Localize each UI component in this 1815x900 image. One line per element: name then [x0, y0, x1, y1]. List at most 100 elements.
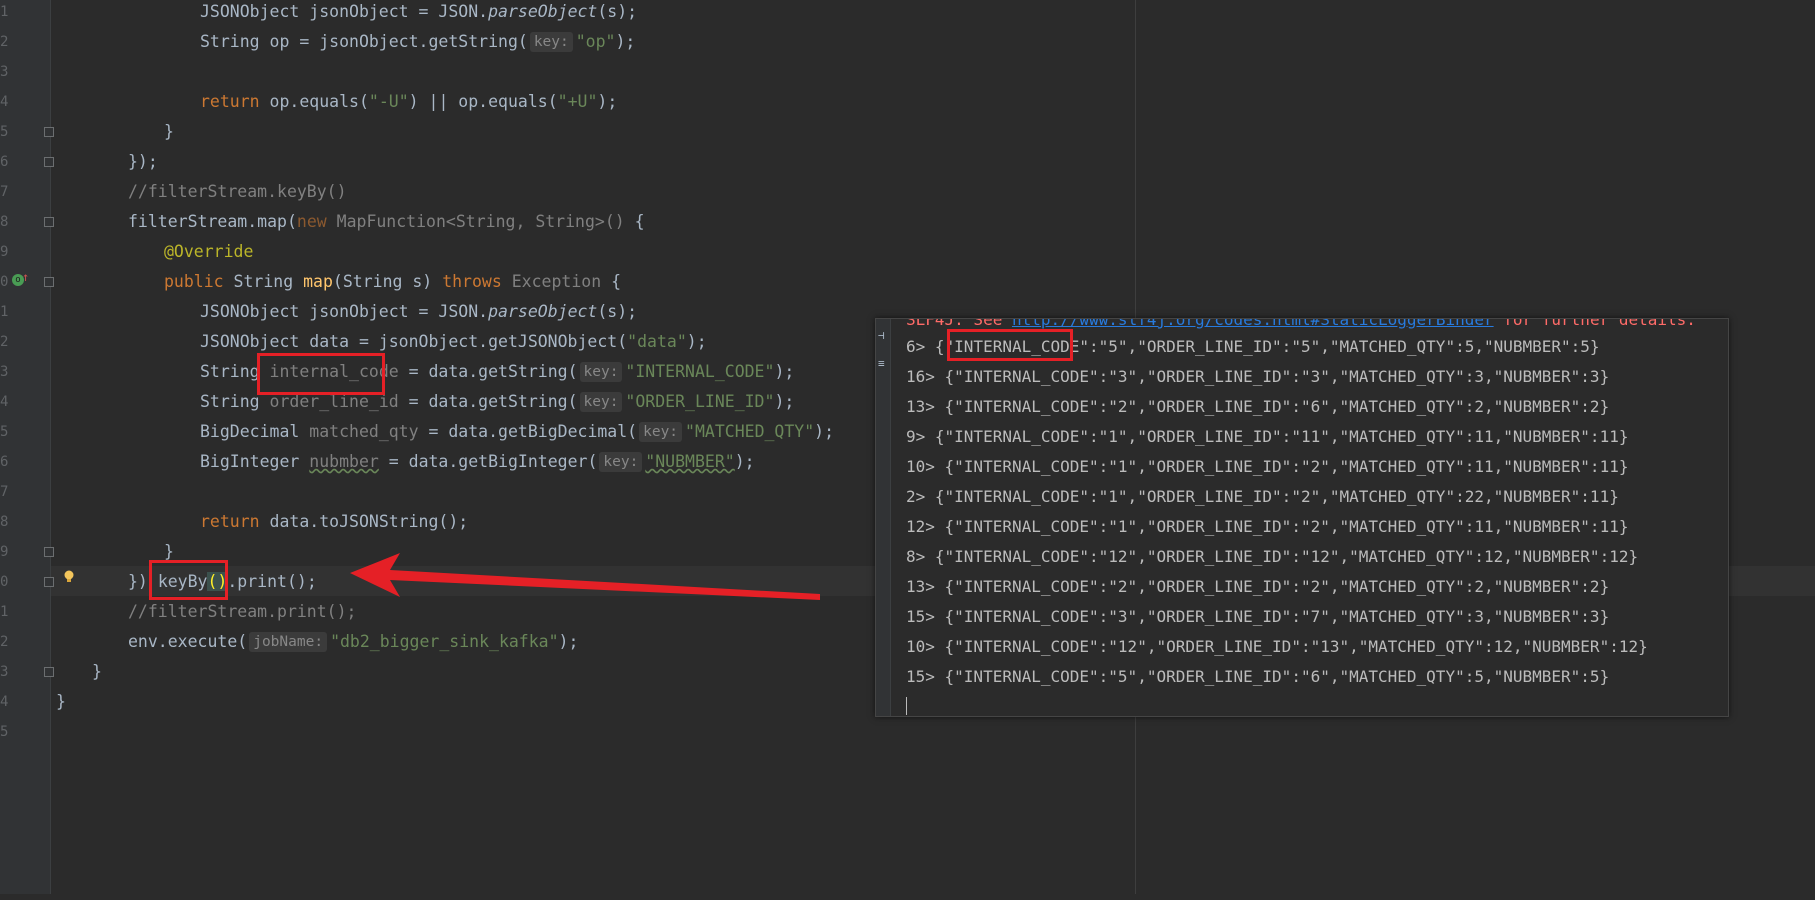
annotation-arrow-icon — [350, 553, 820, 600]
line-number: 3 — [0, 64, 9, 80]
code-text: ); — [774, 392, 795, 411]
intention-bulb-icon[interactable] — [63, 570, 75, 584]
param-hint: key: — [579, 362, 623, 382]
code-text: ); — [686, 332, 707, 351]
keyword: throws — [442, 272, 502, 291]
code-text: String op = jsonObject.getString( — [200, 32, 528, 51]
console-output-line: 10> {"INTERNAL_CODE":"12","ORDER_LINE_ID… — [906, 637, 1648, 656]
fold-icon[interactable] — [44, 667, 54, 677]
code-text: Exception — [501, 272, 602, 291]
code-line: BigDecimal matched_qty = data.getBigDeci… — [200, 417, 834, 447]
string-literal: "+U" — [557, 92, 598, 111]
code-comment: //filterStream.keyBy() — [128, 182, 347, 201]
line-number: 9 — [0, 244, 9, 260]
console-output-line: 15> {"INTERNAL_CODE":"5","ORDER_LINE_ID"… — [906, 667, 1610, 686]
code-text: { — [601, 272, 622, 291]
method-name: map — [303, 272, 333, 291]
log-link[interactable]: http://www.slf4j.org/codes.html#StaticLo… — [1012, 319, 1494, 329]
keyword: return — [200, 512, 260, 531]
code-text: ); — [774, 362, 795, 381]
console-output-line: 10> {"INTERNAL_CODE":"1","ORDER_LINE_ID"… — [906, 457, 1629, 476]
line-number: 2 — [0, 634, 9, 650]
code-text: filterStream.map( — [128, 212, 297, 231]
keyword: new — [296, 212, 327, 231]
string-literal: "data" — [627, 332, 687, 351]
string-literal: "op" — [575, 32, 616, 51]
code-text: String — [223, 272, 304, 291]
run-console-panel[interactable]: ⊣ ≡ SLF4J: See http://www.slf4j.org/code… — [875, 318, 1729, 717]
wrap-icon[interactable]: ≡ — [878, 357, 885, 370]
line-number: 4 — [0, 694, 9, 710]
code-text: JSONObject jsonObject = JSON. — [200, 302, 489, 321]
line-number: 7 — [0, 484, 9, 500]
console-output-line: 13> {"INTERNAL_CODE":"2","ORDER_LINE_ID"… — [906, 397, 1610, 416]
code-text: ); — [597, 92, 618, 111]
fold-icon[interactable] — [44, 127, 54, 137]
line-number: 5 — [0, 124, 9, 140]
fold-icon[interactable] — [44, 217, 54, 227]
code-text: = data.getString( — [398, 392, 578, 411]
console-output-line: 12> {"INTERNAL_CODE":"1","ORDER_LINE_ID"… — [906, 517, 1629, 536]
code-text: ); — [734, 452, 755, 471]
console-output-line: 15> {"INTERNAL_CODE":"3","ORDER_LINE_ID"… — [906, 607, 1610, 626]
annotation-box-console-internal-code — [947, 329, 1073, 361]
line-number: 8 — [0, 514, 9, 530]
string-literal: "-U" — [368, 92, 409, 111]
horizontal-scrollbar[interactable] — [0, 894, 1815, 900]
annotation: @Override — [164, 242, 254, 261]
code-text: = data.getBigInteger( — [378, 452, 598, 471]
code-line: public String map(String s) throws Excep… — [164, 267, 621, 297]
console-output-line: 13> {"INTERNAL_CODE":"2","ORDER_LINE_ID"… — [906, 577, 1610, 596]
line-number: 2 — [0, 34, 9, 50]
line-number: 0 — [0, 574, 9, 590]
line-number: 7 — [0, 184, 9, 200]
param-hint: key: — [599, 452, 643, 472]
code-line: } — [92, 662, 102, 681]
code-text: JSONObject jsonObject = JSON. — [200, 2, 489, 21]
code-line: filterStream.map(new MapFunction<String,… — [128, 207, 645, 237]
code-text: ); — [558, 632, 579, 651]
pin-icon[interactable]: ⊣ — [878, 329, 885, 342]
code-text: op.equals( — [259, 92, 369, 111]
code-line: } — [164, 122, 174, 141]
console-output-line: 16> {"INTERNAL_CODE":"3","ORDER_LINE_ID"… — [906, 367, 1610, 386]
console-output-line: 2> {"INTERNAL_CODE":"1","ORDER_LINE_ID":… — [906, 487, 1619, 506]
method-name: parseObject — [488, 302, 598, 321]
line-number: 6 — [0, 154, 9, 170]
fold-icon[interactable] — [44, 577, 54, 587]
log-text: SLF4J: See — [906, 318, 1012, 329]
override-arrow-icon[interactable]: ↑ — [22, 270, 29, 284]
code-text: ) || op.equals( — [408, 92, 558, 111]
param-hint: jobName: — [249, 632, 328, 652]
method-name: parseObject — [488, 2, 598, 21]
line-number: 5 — [0, 724, 9, 740]
keyword: public — [164, 272, 224, 291]
param-hint: key: — [579, 392, 623, 412]
line-number: 5 — [0, 424, 9, 440]
line-number: 9 — [0, 544, 9, 560]
code-line: return data.toJSONString(); — [200, 507, 468, 537]
line-number: 4 — [0, 394, 9, 410]
annotation-box-keyby — [149, 560, 228, 600]
string-literal: "NUBMBER" — [645, 452, 735, 471]
string-literal: "MATCHED_QTY" — [685, 422, 815, 441]
fold-icon[interactable] — [44, 277, 54, 287]
code-comment: //filterStream.print(); — [128, 602, 357, 621]
line-number: 2 — [0, 334, 9, 350]
fold-icon[interactable] — [44, 547, 54, 557]
code-text: (s); — [597, 302, 638, 321]
code-text: ); — [814, 422, 835, 441]
line-number: 1 — [0, 304, 9, 320]
code-text: = data.getString( — [398, 362, 578, 381]
line-number: 1 — [0, 4, 9, 20]
code-text: (String s) — [332, 272, 443, 291]
console-caret[interactable] — [906, 697, 907, 715]
keyword: return — [200, 92, 260, 111]
code-text: = data.getBigDecimal( — [418, 422, 638, 441]
code-text: BigInteger — [200, 452, 310, 471]
console-output-line: 8> {"INTERNAL_CODE":"12","ORDER_LINE_ID"… — [906, 547, 1639, 566]
unused-variable: matched_qty — [309, 422, 419, 441]
fold-icon[interactable] — [44, 157, 54, 167]
line-number: 3 — [0, 364, 9, 380]
code-line: return op.equals("-U") || op.equals("+U"… — [200, 87, 617, 117]
